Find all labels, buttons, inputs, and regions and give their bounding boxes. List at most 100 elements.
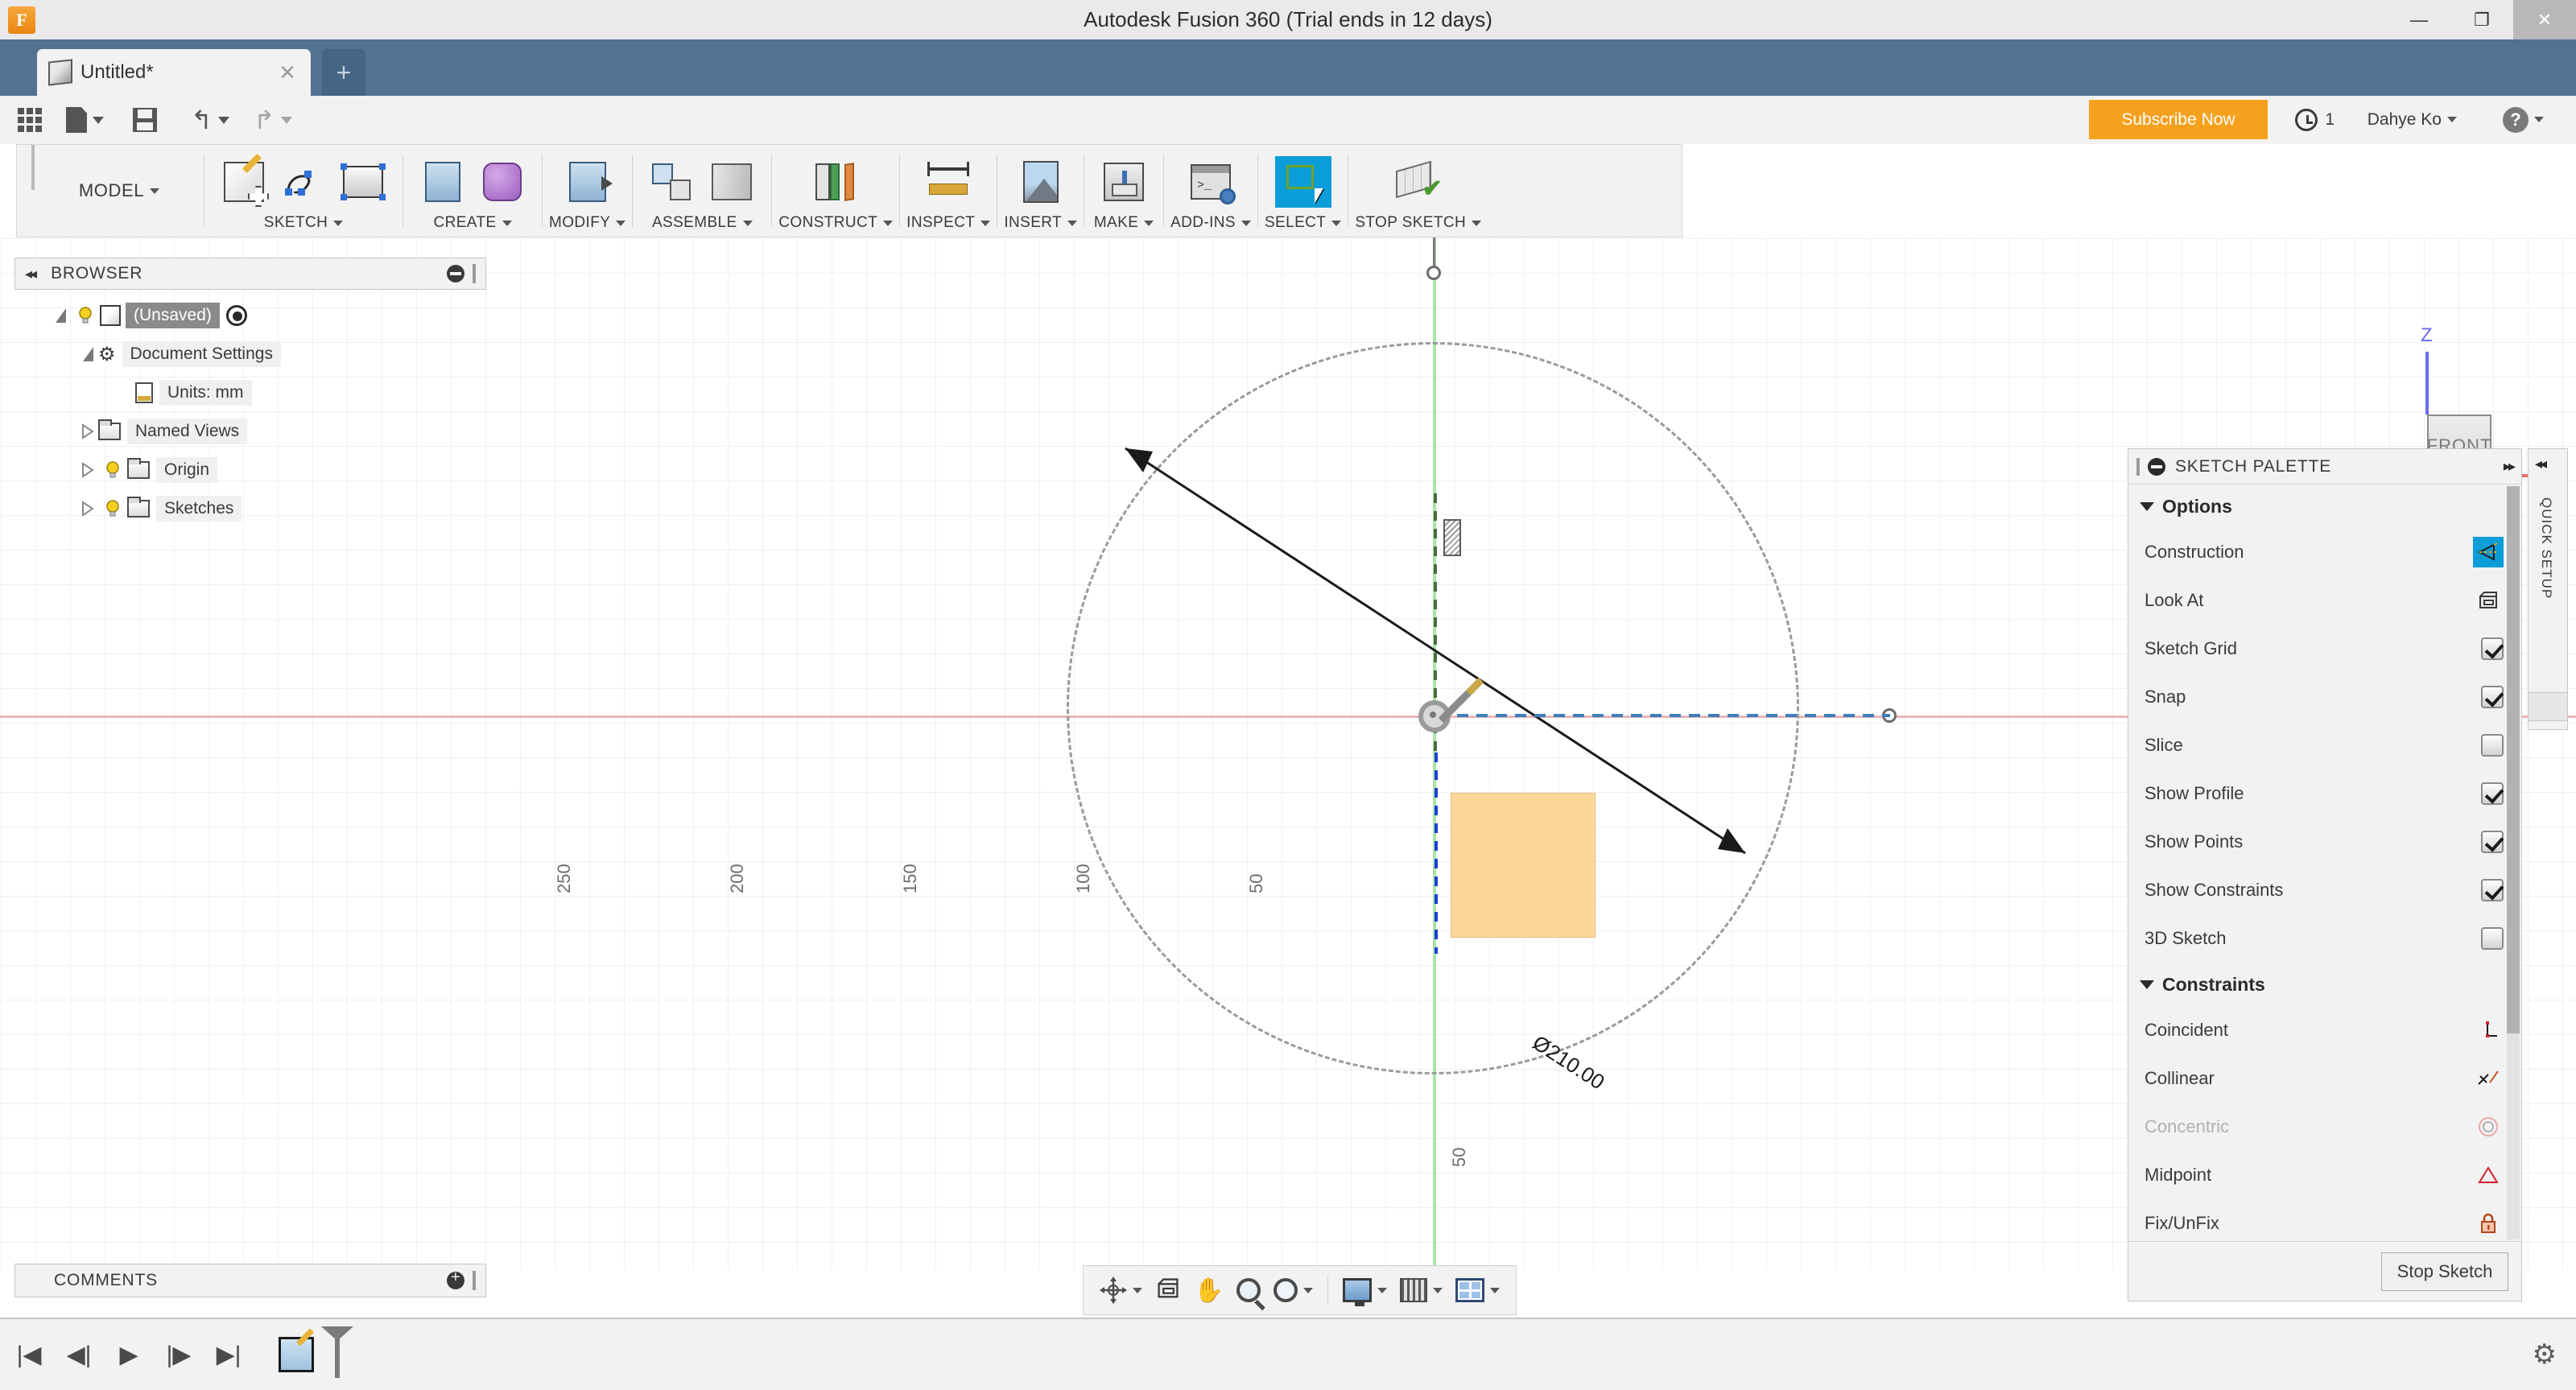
collinear-icon[interactable] xyxy=(2473,1063,2504,1094)
activate-component-icon[interactable] xyxy=(225,305,247,326)
display-settings-button[interactable] xyxy=(1338,1268,1392,1313)
tree-item-origin[interactable]: Origin xyxy=(14,451,486,489)
settings-gear-icon[interactable]: ⚙ xyxy=(2533,1338,2557,1371)
collapse-icon[interactable]: ◂◂ xyxy=(2535,456,2547,472)
ribbon-group-label-select[interactable]: SELECT xyxy=(1265,214,1342,237)
palette-row-show-points[interactable]: Show Points xyxy=(2128,818,2521,866)
sketch-feature-icon[interactable] xyxy=(279,1337,314,1372)
expand-icon[interactable]: ▸▸ xyxy=(2504,458,2516,475)
palette-row-show-constraints[interactable]: Show Constraints xyxy=(2128,866,2521,914)
new-tab-button[interactable]: + xyxy=(322,49,365,96)
palette-scrollbar-thumb[interactable] xyxy=(2507,486,2520,1033)
step-forward-icon[interactable]: |▶ xyxy=(161,1337,196,1372)
tree-item-document-settings[interactable]: ⚙ Document Settings xyxy=(14,335,486,373)
3d-sketch-checkbox[interactable] xyxy=(2481,927,2504,950)
close-icon[interactable]: ✕ xyxy=(275,60,299,85)
minimize-panel-icon[interactable] xyxy=(2148,457,2165,476)
minimize-button[interactable]: — xyxy=(2388,0,2450,39)
ribbon-group-label-assemble[interactable]: ASSEMBLE xyxy=(652,214,753,237)
concentric-icon[interactable] xyxy=(2473,1112,2504,1142)
palette-row-sketch-grid[interactable]: Sketch Grid xyxy=(2128,625,2521,673)
form-icon[interactable] xyxy=(474,156,530,208)
create-sketch-icon[interactable] xyxy=(216,153,272,208)
timeline-marker[interactable] xyxy=(321,1326,353,1378)
tree-item-named-views[interactable]: Named Views xyxy=(14,412,486,451)
fix-unfix-icon[interactable] xyxy=(2473,1208,2504,1239)
sketch-origin-point[interactable] xyxy=(1418,700,1451,732)
rectangle-icon[interactable] xyxy=(335,156,391,208)
insert-image-icon[interactable] xyxy=(1013,156,1069,208)
go-to-beginning-icon[interactable]: |◀ xyxy=(11,1337,47,1372)
offset-plane-icon[interactable] xyxy=(807,156,864,208)
grid-icon[interactable] xyxy=(18,108,42,132)
ribbon-group-label-create[interactable]: CREATE xyxy=(433,214,512,237)
pan-button[interactable]: ✋ xyxy=(1189,1268,1228,1313)
job-status[interactable]: 1 xyxy=(2295,100,2334,139)
ribbon-group-label-sketch[interactable]: SKETCH xyxy=(264,214,344,237)
zoom-button[interactable] xyxy=(1232,1268,1265,1313)
extrude-icon[interactable] xyxy=(415,156,471,208)
chevron-down-icon[interactable] xyxy=(1377,1287,1388,1293)
maximize-button[interactable]: ❐ xyxy=(2450,0,2513,39)
collapse-icon[interactable]: ◂◂ xyxy=(25,266,37,283)
visibility-bulb-icon[interactable] xyxy=(103,499,122,518)
joint-icon[interactable] xyxy=(704,156,760,208)
new-file-button[interactable] xyxy=(61,96,109,144)
palette-row-3d-sketch[interactable]: 3D Sketch xyxy=(2128,914,2521,963)
document-tab[interactable]: Untitled* ✕ xyxy=(37,49,311,96)
palette-row-coincident[interactable]: Coincident xyxy=(2128,1006,2521,1054)
tree-item-unsaved[interactable]: (Unsaved) xyxy=(14,296,486,335)
expander-open-icon[interactable] xyxy=(50,308,71,323)
rail-scroll-handle[interactable] xyxy=(2528,692,2568,721)
palette-row-slice[interactable]: Slice xyxy=(2128,721,2521,769)
constraint-glyph[interactable] xyxy=(1443,519,1461,556)
chevron-down-icon[interactable] xyxy=(1133,1287,1142,1293)
show-profile-checkbox[interactable] xyxy=(2481,782,2504,805)
section-constraints[interactable]: Constraints xyxy=(2128,963,2521,1006)
visibility-bulb-icon[interactable] xyxy=(76,306,95,325)
expander-closed-icon[interactable] xyxy=(77,423,98,439)
measure-icon[interactable] xyxy=(920,156,976,208)
step-back-icon[interactable]: ◀| xyxy=(61,1337,97,1372)
palette-row-collinear[interactable]: Collinear xyxy=(2128,1054,2521,1103)
user-menu[interactable]: Dahye Ko xyxy=(2368,100,2457,139)
show-points-checkbox[interactable] xyxy=(2481,831,2504,853)
close-button[interactable]: ✕ xyxy=(2513,0,2576,39)
tree-item-sketches[interactable]: Sketches xyxy=(14,489,486,528)
play-icon[interactable]: ▶ xyxy=(111,1337,147,1372)
minimize-panel-icon[interactable] xyxy=(447,265,464,283)
palette-row-fix-unfix[interactable]: Fix/UnFix xyxy=(2128,1199,2521,1241)
ribbon-group-label-addins[interactable]: ADD-INS xyxy=(1170,214,1251,237)
palette-row-look-at[interactable]: Look At xyxy=(2128,576,2521,625)
look-at-icon[interactable] xyxy=(2473,585,2504,616)
chevron-down-icon[interactable] xyxy=(1433,1287,1443,1293)
new-component-icon[interactable] xyxy=(644,156,700,208)
redo-button[interactable]: ↱ xyxy=(249,96,297,144)
palette-row-construction[interactable]: Construction xyxy=(2128,528,2521,576)
ribbon-group-label-insert[interactable]: INSERT xyxy=(1004,214,1078,237)
construction-icon[interactable] xyxy=(2473,537,2504,567)
stop-sketch-button[interactable]: Stop Sketch xyxy=(2381,1252,2508,1291)
panel-grip[interactable] xyxy=(473,1271,476,1290)
select-icon[interactable] xyxy=(1274,156,1331,208)
show-constraints-checkbox[interactable] xyxy=(2481,879,2504,901)
add-comment-icon[interactable] xyxy=(447,1268,464,1289)
sketch-point-top[interactable] xyxy=(1426,266,1441,280)
palette-row-concentric[interactable]: Concentric xyxy=(2128,1103,2521,1151)
chevron-down-icon[interactable] xyxy=(1490,1287,1501,1293)
ribbon-group-label-make[interactable]: MAKE xyxy=(1094,214,1154,237)
ribbon-group-label-stop-sketch[interactable]: STOP SKETCH xyxy=(1355,214,1482,237)
viewports-button[interactable] xyxy=(1451,1268,1505,1313)
subscribe-now-button[interactable]: Subscribe Now xyxy=(2089,100,2268,139)
visibility-bulb-icon[interactable] xyxy=(103,460,122,480)
ribbon-group-label-inspect[interactable]: INSPECT xyxy=(906,214,991,237)
save-button[interactable] xyxy=(128,96,162,144)
panel-grip[interactable] xyxy=(473,264,476,283)
section-options[interactable]: Options xyxy=(2128,485,2521,528)
press-pull-icon[interactable] xyxy=(559,156,616,208)
quick-setup-rail[interactable]: ◂◂ QUICK SETUP xyxy=(2528,448,2568,730)
slice-checkbox[interactable] xyxy=(2481,734,2504,757)
go-to-end-icon[interactable]: ▶| xyxy=(211,1337,246,1372)
ribbon-group-label-construct[interactable]: CONSTRUCT xyxy=(778,214,894,237)
stop-sketch-icon[interactable]: ✔ xyxy=(1390,156,1447,208)
